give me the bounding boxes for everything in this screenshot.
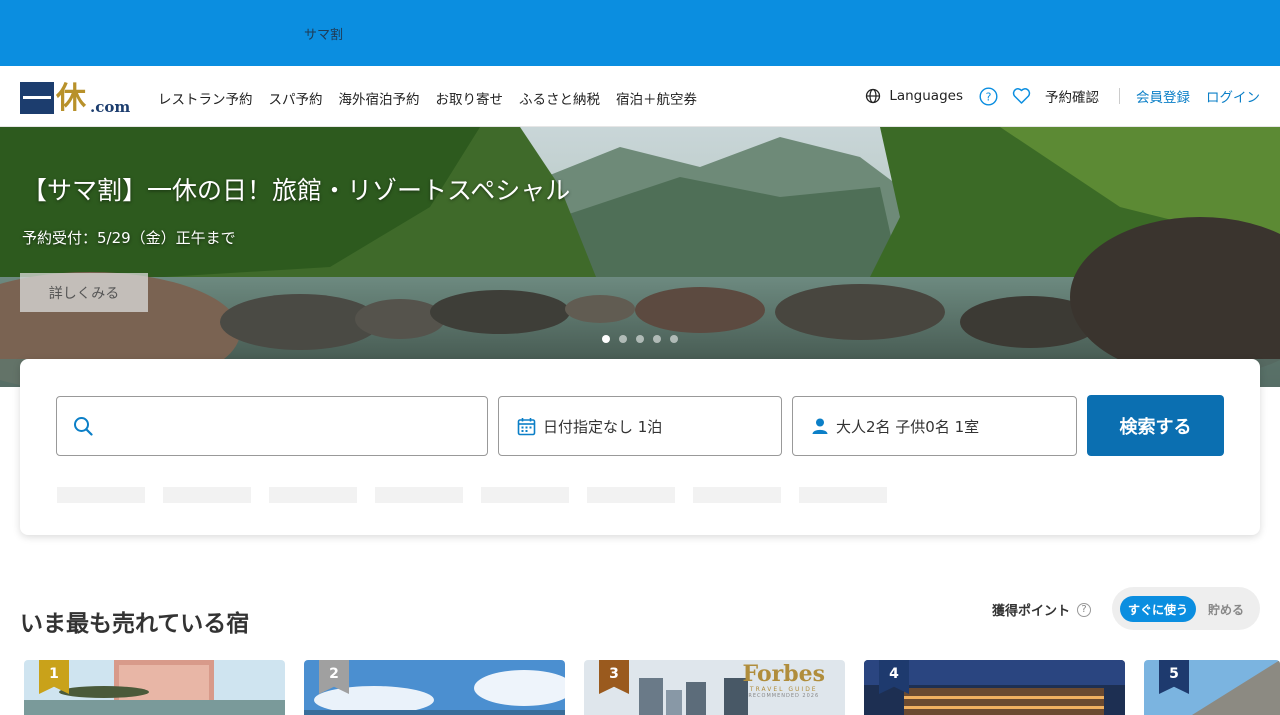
search-panel: 日付指定なし 1泊 大人2名 子供0名 1室 検索する [20,359,1260,535]
placeholder-chip [375,487,463,503]
carousel-dot-2[interactable] [619,335,627,343]
hero-carousel[interactable]: 【サマ割】一休の日！旅館・リゾートスペシャル 予約受付：5/29（金）正午まで … [0,127,1280,387]
nav-gourmet-mailorder[interactable]: お取り寄せ [436,88,504,108]
carousel-dots [602,335,678,343]
hero-title: 【サマ割】一休の日！旅館・リゾートスペシャル [22,176,571,205]
toggle-use-now[interactable]: すぐに使う [1120,596,1196,622]
date-value: 日付指定なし 1泊 [543,417,663,436]
nav-restaurant[interactable]: レストラン予約 [158,88,253,108]
carousel-dot-4[interactable] [653,335,661,343]
ranking-card-4[interactable]: 4 [864,660,1125,715]
forbes-line1: TRAVEL GUIDE [749,686,818,693]
nav-furusato-tax[interactable]: ふるさと納税 [519,88,600,108]
calendar-icon [517,417,536,436]
header-divider [1119,88,1120,104]
carousel-dot-3[interactable] [636,335,644,343]
languages-label: Languages [889,88,963,104]
nav-spa[interactable]: スパ予約 [269,88,323,108]
placeholder-chip [587,487,675,503]
ranking-card-3[interactable]: 3 Forbes TRAVEL GUIDE RECOMMENDED 2026 [584,660,845,715]
reservation-confirm-link[interactable]: 予約確認 [1045,86,1099,106]
forbes-line2: RECOMMENDED 2026 [748,693,820,699]
register-link[interactable]: 会員登録 [1136,86,1190,106]
hero-details-button[interactable]: 詳しくみる [20,273,148,312]
favorites-button[interactable] [1012,87,1031,105]
placeholder-chip [57,487,145,503]
svg-text:.com: .com [90,98,130,114]
placeholder-chip [269,487,357,503]
nav-overseas-hotel[interactable]: 海外宿泊予約 [339,88,420,108]
languages-button[interactable]: Languages [865,88,963,104]
globe-icon [866,88,881,104]
main-nav: レストラン予約 スパ予約 海外宿泊予約 お取り寄せ ふるさと納税 宿泊＋航空券 [158,88,713,108]
svg-text:?: ? [986,90,992,103]
ranking-card-5[interactable]: 5 [1144,660,1280,715]
placeholder-chip [481,487,569,503]
person-icon [811,417,829,435]
login-link[interactable]: ログイン [1206,86,1260,106]
svg-text:休: 休 [55,81,87,114]
hero-image [0,127,1280,387]
ranking-card-1[interactable]: 1 [24,660,285,715]
search-icon [74,417,93,436]
header-actions: Languages ? 予約確認 会員登録 ログイン [865,86,1260,106]
promo-text[interactable]: サマ割 [304,24,343,43]
heart-icon [1012,88,1031,104]
carousel-dot-5[interactable] [670,335,678,343]
carousel-dot-1[interactable] [602,335,610,343]
points-label-text: 獲得ポイント [992,604,1071,619]
forbes-badge: Forbes TRAVEL GUIDE RECOMMENDED 2026 [743,662,825,699]
guests-value: 大人2名 子供0名 1室 [836,417,980,436]
points-label: 獲得ポイント ? [992,600,1092,619]
ranking-card-2[interactable]: 2 [304,660,565,715]
keyword-input[interactable] [103,417,463,435]
placeholder-chip [693,487,781,503]
hero-subtitle: 予約受付：5/29（金）正午まで [22,229,236,247]
site-logo[interactable]: 休 .com [20,80,135,114]
points-toggle[interactable]: すぐに使う 貯める [1112,587,1260,630]
keyword-field[interactable] [56,396,488,456]
question-circle-icon: ? [979,86,998,106]
placeholder-chip [799,487,887,503]
toggle-save[interactable]: 貯める [1208,601,1244,618]
forbes-title: Forbes [742,661,825,687]
top-promo-banner[interactable]: サマ割 [0,0,1280,66]
help-button[interactable]: ? [979,86,998,106]
ranking-title: いま最も売れている宿 [20,611,250,637]
placeholder-chip [163,487,251,503]
nav-hotel-plus-flight[interactable]: 宿泊＋航空券 [616,88,697,108]
points-help-icon[interactable]: ? [1077,602,1092,617]
guests-field[interactable]: 大人2名 子供0名 1室 [792,396,1077,456]
loading-placeholders [57,487,887,503]
date-field[interactable]: 日付指定なし 1泊 [498,396,782,456]
search-button[interactable]: 検索する [1087,395,1224,456]
site-header: 休 .com レストラン予約 スパ予約 海外宿泊予約 お取り寄せ ふるさと納税 … [0,66,1280,127]
